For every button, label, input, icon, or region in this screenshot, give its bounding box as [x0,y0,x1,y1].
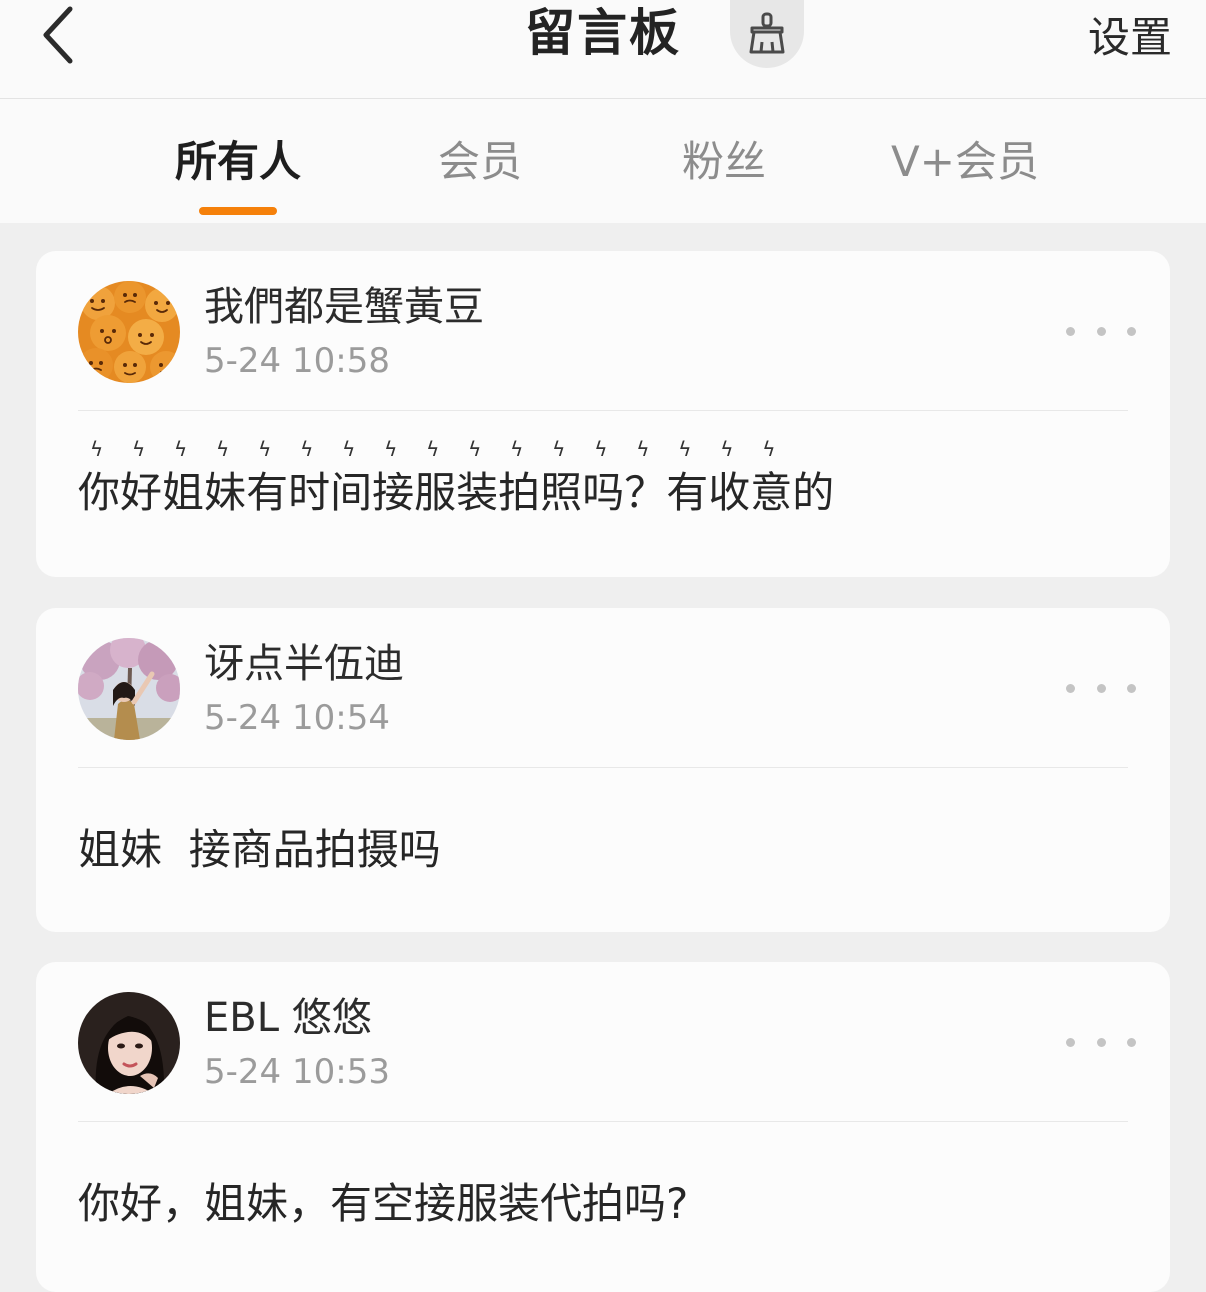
sparkle-char: 拍 [498,439,540,521]
timestamp: 5-24 10:54 [204,698,390,738]
broom-icon [749,12,785,54]
sparkle-char: 时 [288,439,330,521]
username[interactable]: 讶点半伍迪 [204,638,404,690]
tab-vplus-members[interactable]: V+会员 [880,99,1050,223]
top-nav-bar: 留言板 设置 [0,0,1206,99]
settings-button[interactable]: 设置 [1088,0,1172,76]
more-dots-icon [1127,326,1136,336]
more-options-button[interactable] [1066,1020,1136,1064]
divider [78,410,1128,411]
sparkle-char: 收 [708,439,750,521]
sparkle-char: 意 [750,439,792,521]
sparkle-char: 好 [120,439,162,521]
girl-portrait-avatar [78,992,180,1094]
tab-label: V+会员 [891,137,1039,186]
active-tab-indicator [199,207,277,215]
tab-everyone[interactable]: 所有人 [158,99,318,223]
sparkle-char: 接 [372,439,414,521]
more-options-button[interactable] [1066,309,1136,353]
sparkle-char: 有 [666,439,708,521]
clean-button[interactable] [730,0,804,68]
tab-fans[interactable]: 粉丝 [654,99,794,223]
sparkle-char: 你 [78,439,120,521]
message-text-tail: 的 [792,468,835,517]
chevron-left-icon [43,6,73,64]
timestamp: 5-24 10:58 [204,341,390,381]
timestamp: 5-24 10:53 [204,1052,390,1092]
sparkle-char: ？ [624,439,666,521]
avatar[interactable] [78,638,180,740]
message-text: 你好，姐妹，有空接服装代拍吗? [78,1179,689,1228]
avatar[interactable] [78,992,180,1094]
emoji-cookies-avatar [78,281,180,383]
more-dots-icon [1096,1037,1106,1047]
more-options-button[interactable] [1066,666,1136,710]
back-button[interactable] [26,0,90,70]
sparkle-char: 有 [246,439,288,521]
tab-label: 所有人 [174,137,301,186]
more-dots-icon [1066,683,1075,693]
username[interactable]: 我們都是蟹黃豆 [204,281,484,333]
sparkle-char: 装 [456,439,498,521]
message-text: 你好姐妹有时间接服装拍照吗？有收意的 [78,439,835,521]
sparkle-char: 照 [540,439,582,521]
message-card[interactable]: EBL 悠悠 5-24 10:53 你好，姐妹，有空接服装代拍吗? [36,962,1170,1292]
filter-tabs: 所有人 会员 粉丝 V+会员 [0,99,1206,223]
divider [78,1121,1128,1122]
page-title: 留言板 [525,4,681,62]
more-dots-icon [1127,683,1136,693]
more-dots-icon [1127,1037,1136,1047]
message-card[interactable]: 我們都是蟹黃豆 5-24 10:58 你好姐妹有时间接服装拍照吗？有收意的 [36,251,1170,577]
tab-label: 会员 [437,137,522,186]
message-text-sparkle: 你好姐妹有时间接服装拍照吗？有收意 [78,439,792,517]
tab-members[interactable]: 会员 [410,99,550,223]
avatar[interactable] [78,281,180,383]
more-dots-icon [1096,683,1106,693]
sparkle-char: 吗 [582,439,624,521]
message-card[interactable]: 讶点半伍迪 5-24 10:54 姐妹 接商品拍摄吗 [36,608,1170,932]
message-text: 姐妹 接商品拍摄吗 [78,825,441,874]
username[interactable]: EBL 悠悠 [204,992,372,1044]
sparkle-char: 服 [414,439,456,521]
girl-under-blossom-tree-avatar [78,638,180,740]
more-dots-icon [1096,326,1106,336]
more-dots-icon [1066,326,1075,336]
sparkle-char: 姐 [162,439,204,521]
tab-label: 粉丝 [681,137,766,186]
sparkle-char: 妹 [204,439,246,521]
more-dots-icon [1066,1037,1075,1047]
sparkle-char: 间 [330,439,372,521]
divider [78,767,1128,768]
